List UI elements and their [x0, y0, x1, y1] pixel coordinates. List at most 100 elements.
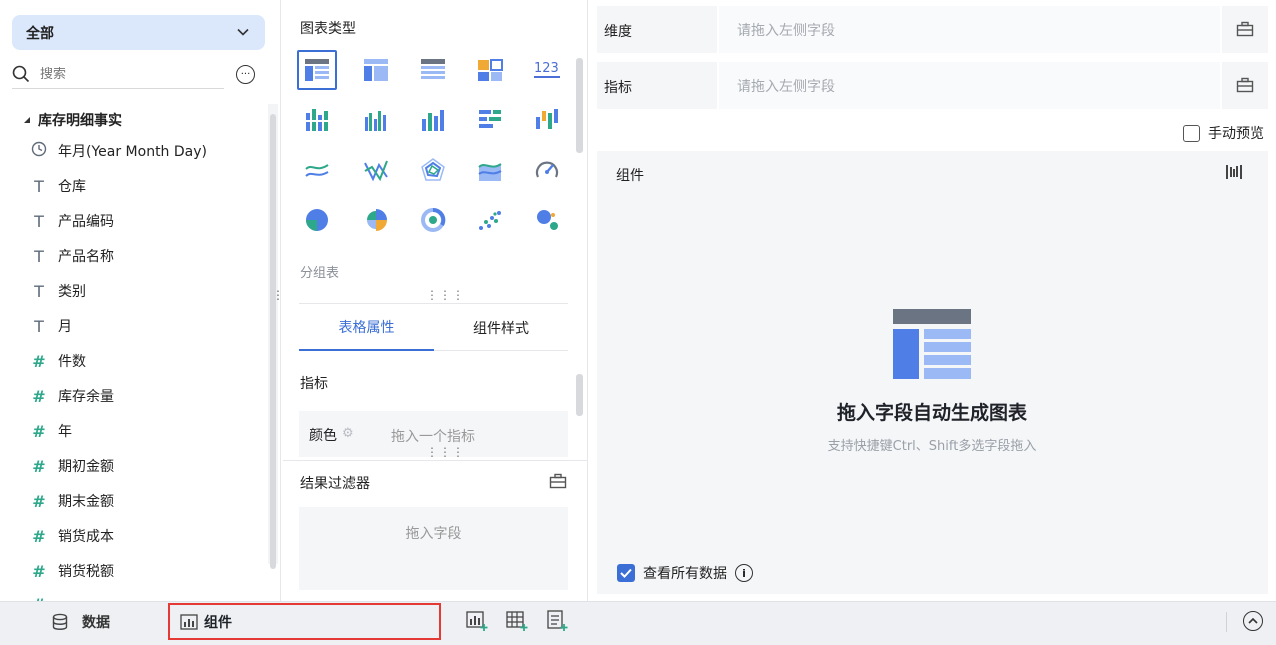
- field-item[interactable]: # 期初金额: [30, 454, 114, 478]
- grouped-bar-icon: [305, 109, 329, 131]
- line-chart-option[interactable]: [297, 150, 337, 190]
- toolbar-divider: [1226, 612, 1227, 632]
- line-chart-icon: [305, 164, 329, 177]
- metric-label: 指标: [604, 80, 632, 96]
- field-item[interactable]: T 产品编码: [30, 209, 114, 233]
- add-component-button[interactable]: [466, 610, 488, 632]
- detail-table-icon: [421, 59, 445, 79]
- scope-select[interactable]: 全部: [12, 15, 265, 50]
- search-field[interactable]: [12, 60, 224, 89]
- cross-table-chart-option[interactable]: [356, 50, 396, 90]
- toolbox-icon[interactable]: [549, 473, 567, 493]
- add-crosstable-button[interactable]: [506, 610, 528, 632]
- donut-chart-option[interactable]: [413, 200, 453, 240]
- scrollbar-thumb[interactable]: [270, 114, 276, 569]
- manual-preview-label: 手动预览: [1208, 126, 1264, 142]
- horizontal-bar-icon: [479, 110, 501, 128]
- tab-component-label: 组件: [204, 614, 232, 631]
- bubble-icon: [537, 210, 558, 230]
- field-label: 类别: [58, 284, 86, 300]
- text-type-icon: T: [34, 246, 44, 266]
- section-resize-handle[interactable]: ⋮⋮⋮: [426, 288, 465, 302]
- tab-component-style[interactable]: 组件样式: [434, 304, 568, 351]
- field-list-scrollbar[interactable]: [268, 104, 278, 569]
- area-chart-option[interactable]: [470, 150, 510, 190]
- dimension-label: 维度: [604, 24, 632, 40]
- dashboard-grid-chart-option[interactable]: [470, 50, 510, 90]
- tab-table-properties[interactable]: 表格属性: [299, 304, 434, 351]
- view-all-checkbox[interactable]: [617, 564, 635, 582]
- text-type-icon: T: [34, 176, 44, 196]
- field-label: 年月(Year Month Day): [58, 144, 207, 160]
- view-all-label: 查看所有数据: [643, 566, 727, 582]
- field-item[interactable]: T 仓库: [30, 174, 86, 198]
- field-item[interactable]: T 月: [30, 314, 72, 338]
- radar-icon: [421, 158, 445, 181]
- search-icon: [12, 65, 30, 83]
- field-label: 月: [58, 319, 72, 335]
- pie-chart-option[interactable]: [297, 200, 337, 240]
- view-all-data-toggle[interactable]: 查看所有数据 i: [617, 563, 753, 583]
- filter-drop-zone[interactable]: 拖入字段: [299, 507, 568, 590]
- field-item[interactable]: # 销货成本: [30, 524, 114, 548]
- gauge-icon: [535, 161, 559, 178]
- empty-state-hint: 支持快捷键Ctrl、Shift多选字段拖入: [827, 439, 1037, 454]
- adapt-width-icon[interactable]: [1225, 163, 1243, 185]
- scrollbar-thumb[interactable]: [576, 58, 583, 153]
- gauge-chart-option[interactable]: [527, 150, 567, 190]
- pie-chart-icon: [306, 209, 328, 231]
- group-table-chart-option[interactable]: [297, 50, 337, 90]
- scatter-chart-option[interactable]: [470, 200, 510, 240]
- text-type-icon: T: [34, 316, 44, 336]
- field-item[interactable]: # 件数: [30, 349, 86, 373]
- field-label: 产品编码: [58, 214, 114, 230]
- add-report-button[interactable]: [546, 610, 568, 632]
- horizontal-bar-chart-option[interactable]: [470, 100, 510, 140]
- text-type-icon: T: [34, 211, 44, 231]
- info-icon[interactable]: i: [735, 564, 753, 582]
- toolbox-icon[interactable]: [1236, 21, 1254, 41]
- selected-chart-type-label: 分组表: [300, 266, 340, 281]
- tree-root-table[interactable]: 库存明细事实: [22, 110, 122, 130]
- bubble-chart-option[interactable]: [527, 200, 567, 240]
- toolbox-icon[interactable]: [1236, 77, 1254, 97]
- field-item[interactable]: T 产品名称: [30, 244, 114, 268]
- add-table-icon: [506, 611, 528, 631]
- group-table-icon: [305, 59, 329, 81]
- color-bar-chart-option[interactable]: [527, 100, 567, 140]
- field-item[interactable]: # 期末金额: [30, 489, 114, 513]
- chevron-up-icon: [1248, 617, 1258, 624]
- add-chart-icon: [466, 611, 488, 631]
- polyline-icon: [364, 160, 388, 182]
- more-options-button[interactable]: ···: [236, 65, 255, 84]
- detail-table-chart-option[interactable]: [413, 50, 453, 90]
- manual-preview-toggle[interactable]: 手动预览: [1183, 123, 1264, 143]
- collapse-button[interactable]: [1243, 611, 1263, 631]
- metric-shelf: 指标 请拖入左侧字段: [597, 62, 1268, 109]
- multi-bar-chart-option[interactable]: [356, 100, 396, 140]
- dimension-drop-zone[interactable]: 请拖入左侧字段: [717, 6, 1222, 53]
- chevron-down-icon: [237, 28, 249, 36]
- kpi-card-chart-option[interactable]: 123: [527, 50, 567, 90]
- result-filter-title: 结果过滤器: [300, 476, 370, 492]
- bar-chart-option[interactable]: [413, 100, 453, 140]
- tree-root-label: 库存明细事实: [38, 113, 122, 129]
- donut-icon: [421, 208, 446, 232]
- caret-expanded-icon: [24, 117, 30, 123]
- field-item[interactable]: 年月(Year Month Day): [30, 139, 207, 163]
- metric-drop-zone[interactable]: 请拖入左侧字段: [717, 62, 1222, 109]
- check-icon: [620, 568, 632, 578]
- field-label: 件数: [58, 354, 86, 370]
- field-item[interactable]: T 类别: [30, 279, 86, 303]
- radar-chart-option[interactable]: [413, 150, 453, 190]
- tab-component[interactable]: 组件: [168, 603, 441, 640]
- manual-preview-checkbox[interactable]: [1183, 124, 1200, 142]
- field-label: 产品名称: [58, 249, 114, 265]
- field-item[interactable]: # 销货税额: [30, 559, 114, 583]
- grouped-bar-chart-option[interactable]: [297, 100, 337, 140]
- tab-data[interactable]: 数据: [52, 612, 110, 632]
- rose-pie-chart-option[interactable]: [356, 200, 396, 240]
- search-input[interactable]: [40, 66, 210, 82]
- chart-types-scrollbar[interactable]: [574, 50, 585, 240]
- polyline-chart-option[interactable]: [356, 150, 396, 190]
